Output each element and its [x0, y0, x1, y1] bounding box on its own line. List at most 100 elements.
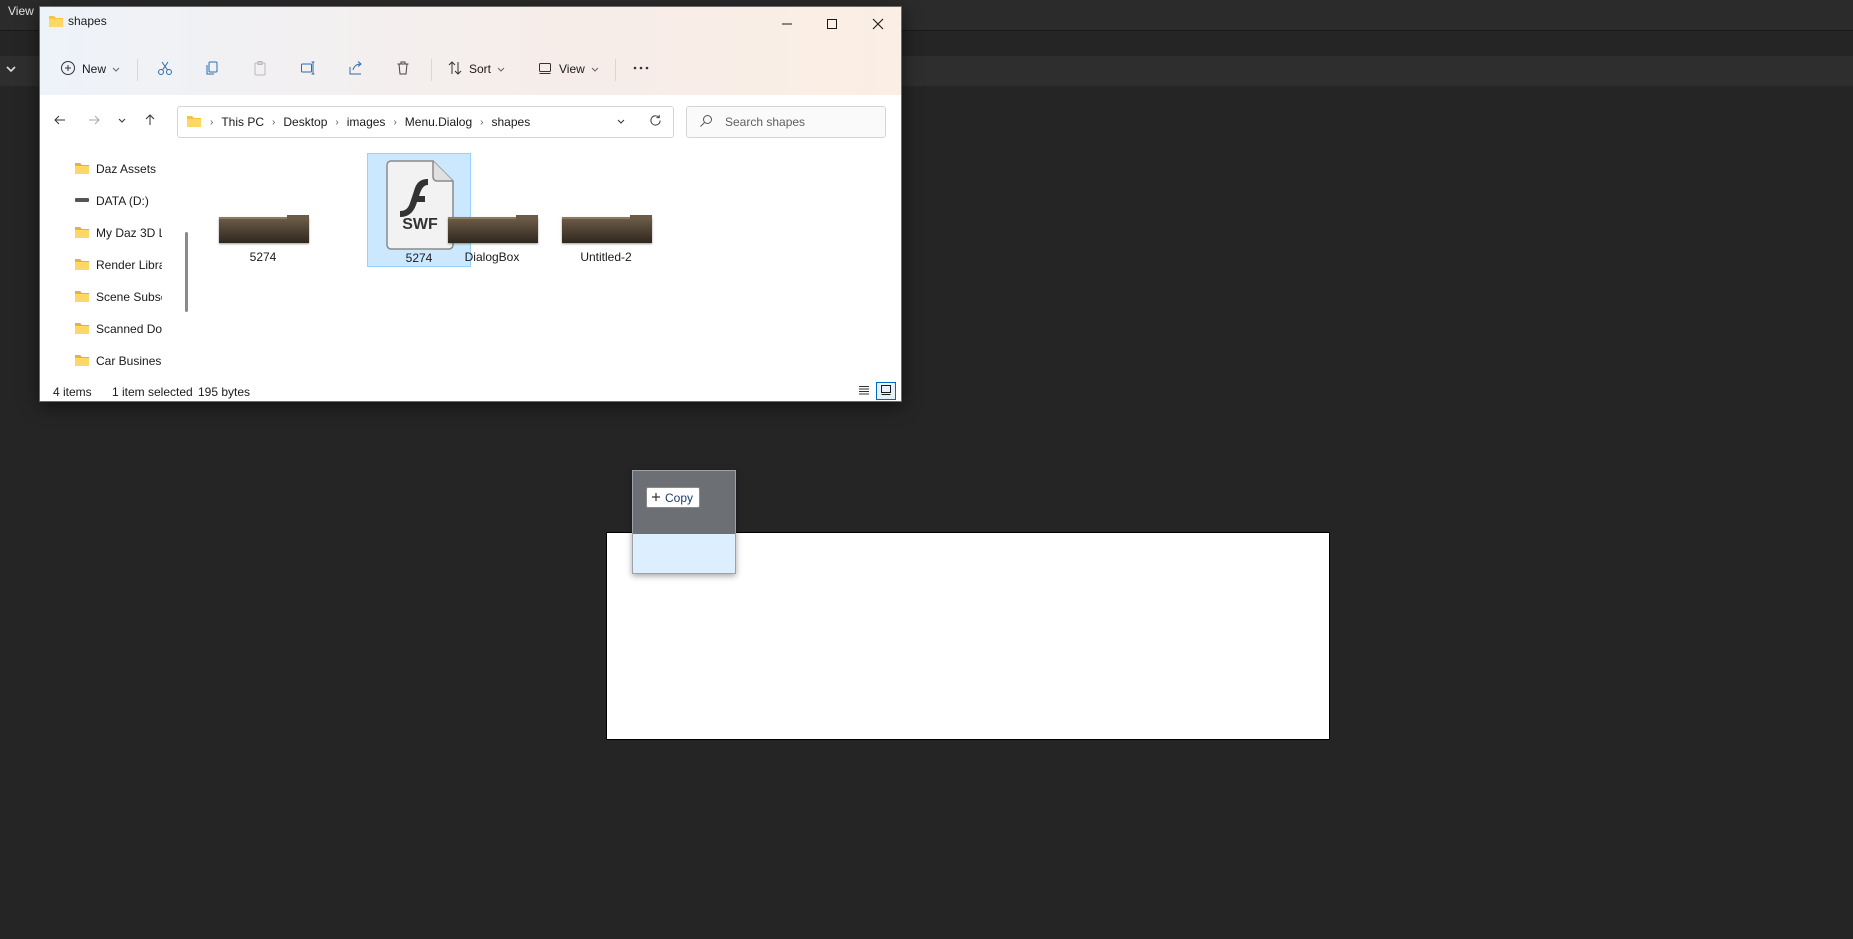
sort-label: Sort: [469, 62, 492, 76]
minimize-button[interactable]: [764, 7, 810, 43]
breadcrumb-item[interactable]: images: [347, 115, 386, 129]
breadcrumb-item[interactable]: This PC: [221, 115, 264, 129]
chevron-right-icon[interactable]: ›: [335, 117, 338, 128]
breadcrumb-item[interactable]: Menu.Dialog: [405, 115, 472, 129]
folder-thumbnail: [219, 215, 309, 243]
drag-preview: Copy: [632, 470, 736, 574]
chevron-right-icon[interactable]: ›: [393, 117, 396, 128]
divider: [615, 59, 616, 81]
chevron-right-icon[interactable]: ›: [480, 117, 483, 128]
background-menu-view[interactable]: View: [8, 4, 34, 18]
recent-locations-button[interactable]: [110, 109, 134, 133]
drive-icon: [74, 193, 90, 210]
view-button[interactable]: View: [537, 53, 599, 85]
folder-icon: [74, 353, 90, 370]
more-options-button[interactable]: [631, 53, 651, 85]
drag-copy-label: Copy: [665, 490, 694, 505]
paste-button[interactable]: [252, 53, 268, 85]
chevron-down-icon: [497, 62, 505, 76]
divider: [137, 59, 138, 81]
breadcrumb-item[interactable]: Desktop: [283, 115, 327, 129]
search-input[interactable]: Search shapes: [725, 115, 805, 129]
nav-item-render-library[interactable]: Render Libra: [74, 255, 194, 275]
arrow-right-icon: [87, 113, 101, 130]
new-label: New: [82, 62, 107, 76]
maximize-icon: [826, 18, 838, 33]
nav-item-data-drive[interactable]: DATA (D:): [74, 191, 194, 211]
nav-item-label: Daz Assets: [96, 162, 157, 176]
drag-preview-highlight: [633, 534, 735, 573]
refresh-button[interactable]: [643, 111, 667, 133]
folder-icon: [74, 225, 90, 242]
file-item[interactable]: Untitled-2: [554, 153, 658, 267]
breadcrumb-item[interactable]: shapes: [492, 115, 531, 129]
back-button[interactable]: [48, 109, 72, 133]
close-icon: [872, 18, 884, 33]
status-item-count: 4 items: [53, 385, 92, 399]
nav-pane-scrollbar[interactable]: [185, 232, 188, 312]
new-button[interactable]: New: [60, 53, 120, 85]
nav-item-my-daz-3d[interactable]: My Daz 3D L: [74, 223, 194, 243]
large-icons-view-icon: [880, 384, 892, 399]
file-item[interactable]: DialogBox: [440, 153, 544, 267]
paste-icon: [252, 60, 268, 79]
navigation-bar: › This PC › Desktop › images › Menu.Dial…: [40, 95, 901, 145]
title-bar[interactable]: shapes: [40, 7, 901, 43]
folder-thumbnail: [448, 215, 538, 243]
folder-icon: [74, 289, 90, 306]
chevron-down-icon: [117, 114, 127, 128]
nav-item-daz-assets[interactable]: Daz Assets: [74, 159, 194, 179]
minimize-icon: [781, 18, 793, 33]
copy-button[interactable]: [204, 53, 220, 85]
status-size: 195 bytes: [198, 385, 251, 399]
drag-copy-badge: Copy: [646, 487, 701, 508]
large-icons-view-button[interactable]: [876, 382, 896, 400]
chevron-down-icon: [591, 62, 599, 76]
close-button[interactable]: [855, 7, 901, 43]
nav-item-label: My Daz 3D L: [96, 226, 162, 240]
nav-item-label: Car Busines: [96, 354, 162, 368]
file-name: 5274: [249, 250, 277, 264]
chevron-down-icon: [112, 62, 120, 76]
view-label: View: [559, 62, 585, 76]
nav-item-scene-subsets[interactable]: Scene Subse: [74, 287, 194, 307]
up-button[interactable]: [138, 109, 162, 133]
nav-item-label: Scene Subse: [96, 290, 162, 304]
share-button[interactable]: [348, 53, 364, 85]
file-item[interactable]: 5274: [211, 153, 315, 267]
details-view-button[interactable]: [854, 382, 874, 400]
delete-icon: [395, 60, 411, 79]
folder-icon: [74, 321, 90, 338]
rename-button[interactable]: [300, 53, 316, 85]
breadcrumb: › This PC › Desktop › images › Menu.Dial…: [186, 107, 530, 137]
folder-icon: [186, 114, 202, 131]
search-icon: [699, 114, 713, 131]
folder-icon: [48, 14, 64, 31]
new-icon: [60, 60, 76, 79]
nav-item-car-business[interactable]: Car Busines: [74, 351, 194, 371]
sort-icon: [447, 60, 463, 79]
more-icon: [631, 60, 651, 79]
chevron-right-icon[interactable]: ›: [272, 117, 275, 128]
view-icon: [537, 60, 553, 79]
nav-item-label: Scanned Do: [96, 322, 162, 336]
status-bar: 4 items 1 item selected 195 bytes: [40, 381, 901, 401]
sort-button[interactable]: Sort: [447, 53, 505, 85]
address-history-button[interactable]: [609, 111, 633, 133]
delete-button[interactable]: [395, 53, 411, 85]
window-title: shapes: [68, 14, 107, 28]
maximize-button[interactable]: [809, 7, 855, 43]
chevron-down-icon: [616, 115, 626, 129]
copy-icon: [204, 60, 220, 79]
forward-button[interactable]: [82, 109, 106, 133]
nav-item-scanned-documents[interactable]: Scanned Do: [74, 319, 194, 339]
chevron-right-icon: ›: [210, 116, 214, 128]
nav-item-label: Render Libra: [96, 258, 162, 272]
navigation-pane: Daz Assets DATA (D:) My Daz 3D L Render …: [40, 145, 194, 381]
file-name: DialogBox: [464, 250, 520, 264]
chevron-down-icon[interactable]: [4, 62, 18, 79]
folder-icon: [74, 257, 90, 274]
cut-button[interactable]: [157, 53, 173, 85]
address-bar[interactable]: › This PC › Desktop › images › Menu.Dial…: [177, 106, 674, 138]
search-box[interactable]: Search shapes: [686, 106, 886, 138]
